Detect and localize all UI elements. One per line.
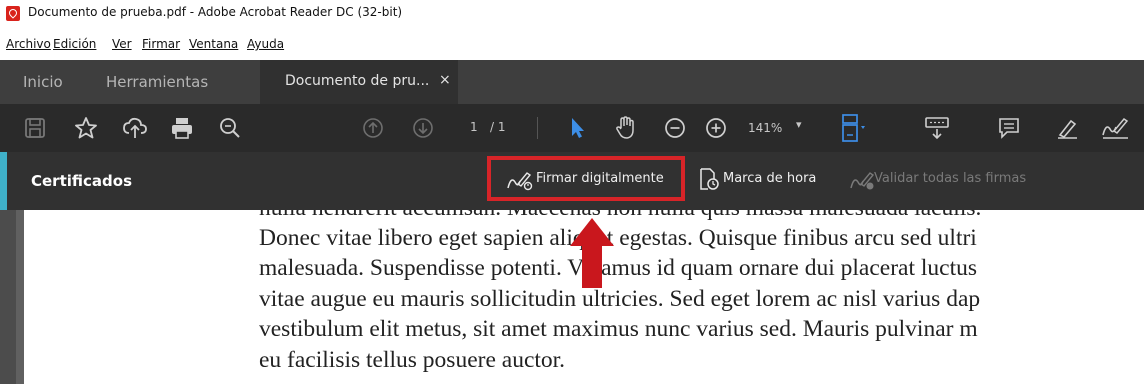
left-panel-border (16, 210, 24, 384)
toolbar-divider (537, 117, 538, 139)
page-number-input[interactable]: 1 (470, 120, 478, 134)
zoom-search-icon[interactable] (215, 113, 245, 143)
tab-document-label: Documento de pru... (285, 73, 430, 89)
select-cursor-icon[interactable] (562, 113, 592, 143)
tab-inicio[interactable]: Inicio (23, 73, 63, 91)
tab-herramientas[interactable]: Herramientas (106, 73, 208, 91)
next-page-icon[interactable] (408, 113, 438, 143)
save-icon[interactable] (20, 113, 50, 143)
document-text-line: eu facilisis tellus posuere auctor. (259, 347, 566, 373)
page-layout-icon[interactable] (838, 113, 868, 143)
menu-ayuda[interactable]: Ayuda (247, 37, 284, 51)
sign-pen-icon[interactable] (1100, 113, 1130, 143)
left-panel-gutter (0, 210, 16, 384)
menu-ventana[interactable]: Ventana (189, 37, 238, 51)
certificates-accent (0, 152, 7, 210)
zoom-in-icon[interactable] (701, 113, 731, 143)
document-text-line: Donec vitae libero eget sapien aliquet e… (259, 225, 977, 251)
print-icon[interactable] (167, 113, 197, 143)
highlight-pen-icon[interactable] (1052, 113, 1082, 143)
window-title: Documento de prueba.pdf - Adobe Acrobat … (28, 5, 403, 19)
validate-all-signatures-button[interactable]: Validar todas las firmas (874, 171, 1026, 186)
document-text-line: malesuada. Suspendisse potenti. Vivamus … (259, 255, 978, 281)
menu-firmar[interactable]: Firmar (142, 37, 180, 51)
cloud-upload-icon[interactable] (120, 113, 150, 143)
bookmark-star-icon[interactable] (71, 113, 101, 143)
comment-icon[interactable] (994, 113, 1024, 143)
sign-digitally-highlight-box (487, 156, 685, 201)
page-total: / 1 (490, 120, 506, 134)
timestamp-icon (698, 167, 720, 195)
document-text-line: vitae augue eu mauris sollicitudin ultri… (259, 286, 981, 312)
menu-ver[interactable]: Ver (112, 37, 132, 51)
tab-close-icon[interactable]: × (439, 72, 451, 88)
document-text-line: nulla hendrerit accumsan. Maecenas non n… (259, 210, 981, 222)
menu-edicion[interactable]: Edición (53, 37, 96, 51)
acrobat-logo-icon (6, 6, 20, 21)
timestamp-button[interactable]: Marca de hora (723, 171, 816, 186)
validate-signatures-icon (849, 170, 875, 196)
zoom-out-icon[interactable] (660, 113, 690, 143)
zoom-level-select[interactable]: 141% (748, 121, 782, 135)
document-text-line: vestibulum elit metus, sit amet maximus … (259, 316, 978, 342)
menu-archivo[interactable]: Archivo (6, 37, 51, 51)
red-pointer-arrow-icon (570, 218, 614, 288)
certificates-title: Certificados (31, 172, 132, 190)
zoom-dropdown-icon[interactable]: ▾ (796, 118, 802, 131)
hand-tool-icon[interactable] (611, 113, 641, 143)
previous-page-icon[interactable] (358, 113, 388, 143)
keyboard-scroll-icon[interactable] (922, 113, 952, 143)
